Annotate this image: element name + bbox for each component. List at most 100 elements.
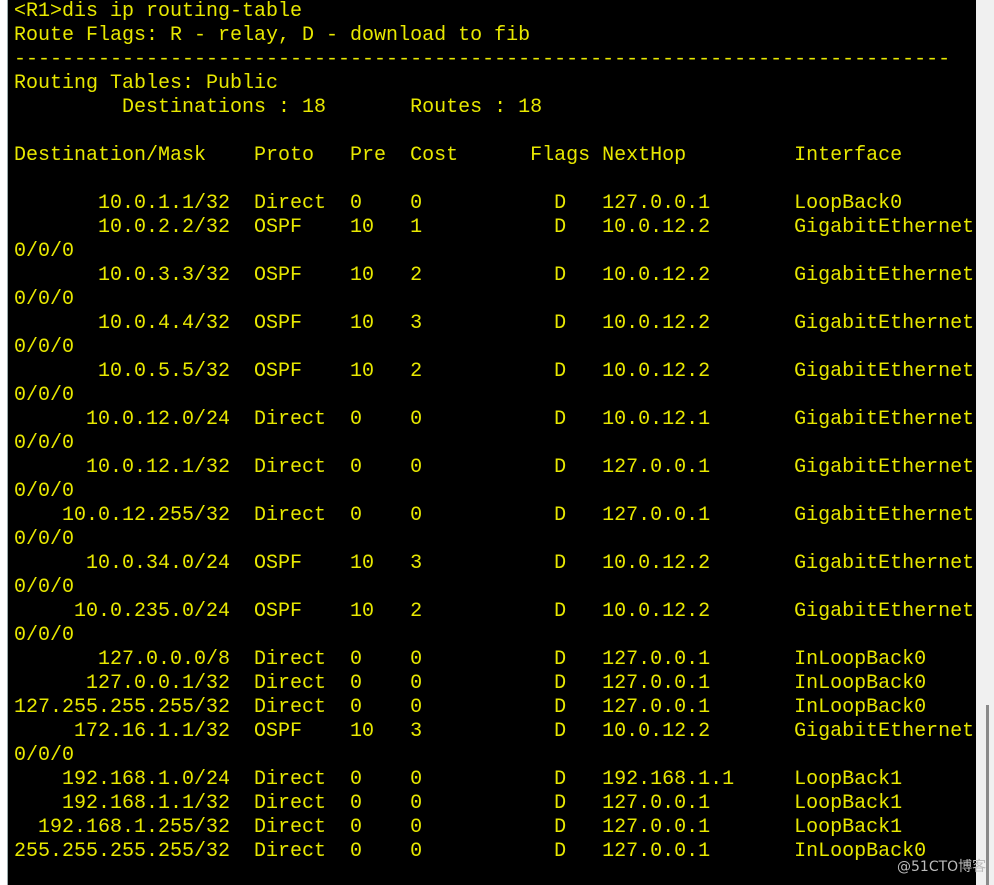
cell-dest: 10.0.4.4/32 xyxy=(98,312,231,335)
cell-nexthop: 127.0.0.1 xyxy=(602,672,711,695)
cell-proto: Direct xyxy=(254,816,327,839)
cell-flags: D xyxy=(554,552,567,575)
interface-wrap: 0/0/0 xyxy=(14,576,75,599)
cell-dest: 10.0.12.1/32 xyxy=(86,456,231,479)
cell-pre: 0 xyxy=(350,840,363,863)
cell-proto: OSPF xyxy=(254,552,303,575)
cell-proto: OSPF xyxy=(254,264,303,287)
cell-proto: Direct xyxy=(254,192,327,215)
header-nexthop: NextHop xyxy=(602,144,687,167)
cell-nexthop: 127.0.0.1 xyxy=(602,456,711,479)
cell-nexthop: 127.0.0.1 xyxy=(602,696,711,719)
cell-nexthop: 127.0.0.1 xyxy=(602,816,711,839)
cell-dest: 255.255.255.255/32 xyxy=(14,840,231,863)
cell-flags: D xyxy=(554,792,567,815)
cell-cost: 2 xyxy=(410,264,423,287)
table-row: 10.0.34.0/24 OSPF 10 3 D 10.0.12.2 GigabitEthe… xyxy=(14,552,974,576)
summary-line: Destinations : 18 Routes : 18 xyxy=(14,96,543,119)
table-row: 255.255.255.255/32 Direct 0 0 D 127.0.0.1 InLo… xyxy=(14,840,974,864)
table-row: 192.168.1.1/32 Direct 0 0 D 127.0.0.1 LoopBack… xyxy=(14,792,974,816)
cell-dest: 10.0.2.2/32 xyxy=(98,216,231,239)
cell-proto: OSPF xyxy=(254,360,303,383)
cell-flags: D xyxy=(554,816,567,839)
cell-flags: D xyxy=(554,312,567,335)
cell-iface: LoopBack0 xyxy=(794,192,903,215)
interface-wrap: 0/0/0 xyxy=(14,240,75,263)
cell-flags: D xyxy=(554,672,567,695)
cell-dest: 192.168.1.1/32 xyxy=(62,792,231,815)
cell-cost: 2 xyxy=(410,360,423,383)
cell-dest: 192.168.1.0/24 xyxy=(62,768,231,791)
table-row: 10.0.12.0/24 Direct 0 0 D 10.0.12.1 GigabitEth… xyxy=(14,408,974,432)
cell-pre: 0 xyxy=(350,696,363,719)
terminal-output[interactable]: <R1>dis ip routing-table Route Flags: R … xyxy=(8,0,976,885)
cell-cost: 1 xyxy=(410,216,423,239)
table-row: 192.168.1.255/32 Direct 0 0 D 127.0.0.1 LoopBa… xyxy=(14,816,974,840)
interface-wrap: 0/0/0 xyxy=(14,432,75,455)
table-row: 10.0.12.1/32 Direct 0 0 D 127.0.0.1 GigabitEth… xyxy=(14,456,974,480)
cell-pre: 0 xyxy=(350,768,363,791)
table-row: 127.0.0.0/8 Direct 0 0 D 127.0.0.1 InLoopBack0 xyxy=(14,648,974,672)
scrollbar[interactable] xyxy=(986,705,989,885)
cell-iface: InLoopBack0 xyxy=(794,672,927,695)
cell-pre: 10 xyxy=(350,600,375,623)
separator: ----------------------------------------… xyxy=(14,48,951,71)
cell-cost: 0 xyxy=(410,768,423,791)
cell-iface: GigabitEthernet xyxy=(794,720,975,743)
cell-proto: OSPF xyxy=(254,216,303,239)
cell-proto: Direct xyxy=(254,696,327,719)
cell-iface: LoopBack1 xyxy=(794,816,903,839)
cell-dest: 10.0.12.0/24 xyxy=(86,408,231,431)
cell-iface: GigabitEthernet xyxy=(794,456,975,479)
command-line: <R1>dis ip routing-table xyxy=(14,0,303,23)
header-dest: Destination/Mask xyxy=(14,144,207,167)
cell-flags: D xyxy=(554,216,567,239)
cell-flags: D xyxy=(554,360,567,383)
table-row: 127.0.0.1/32 Direct 0 0 D 127.0.0.1 InLoopBack… xyxy=(14,672,974,696)
cell-iface: InLoopBack0 xyxy=(794,696,927,719)
cell-cost: 0 xyxy=(410,792,423,815)
cell-nexthop: 127.0.0.1 xyxy=(602,192,711,215)
cell-iface: LoopBack1 xyxy=(794,792,903,815)
cell-nexthop: 192.168.1.1 xyxy=(602,768,735,791)
cell-dest: 10.0.12.255/32 xyxy=(62,504,231,527)
route-flags-line: Route Flags: R - relay, D - download to … xyxy=(14,24,531,47)
cell-nexthop: 127.0.0.1 xyxy=(602,504,711,527)
table-row: 127.255.255.255/32 Direct 0 0 D 127.0.0.1 InLo… xyxy=(14,696,974,720)
cell-flags: D xyxy=(554,648,567,671)
table-row: 172.16.1.1/32 OSPF 10 3 D 10.0.12.2 GigabitEth… xyxy=(14,720,974,744)
cell-nexthop: 127.0.0.1 xyxy=(602,840,711,863)
interface-wrap: 0/0/0 xyxy=(14,384,75,407)
interface-wrap: 0/0/0 xyxy=(14,528,75,551)
cell-cost: 0 xyxy=(410,816,423,839)
cell-nexthop: 127.0.0.1 xyxy=(602,792,711,815)
interface-wrap: 0/0/0 xyxy=(14,744,75,767)
cell-pre: 0 xyxy=(350,792,363,815)
cell-pre: 10 xyxy=(350,312,375,335)
cell-dest: 127.255.255.255/32 xyxy=(14,696,231,719)
cell-cost: 3 xyxy=(410,720,423,743)
table-row: 10.0.5.5/32 OSPF 10 2 D 10.0.12.2 GigabitEther… xyxy=(14,360,974,384)
cell-nexthop: 10.0.12.2 xyxy=(602,552,711,575)
cell-cost: 0 xyxy=(410,648,423,671)
cell-proto: OSPF xyxy=(254,720,303,743)
cell-iface: GigabitEthernet xyxy=(794,408,975,431)
header-pre: Pre xyxy=(350,144,387,167)
interface-wrap: 0/0/0 xyxy=(14,480,75,503)
interface-wrap: 0/0/0 xyxy=(14,336,75,359)
cell-iface: GigabitEthernet xyxy=(794,312,975,335)
cell-dest: 10.0.34.0/24 xyxy=(86,552,231,575)
cell-dest: 127.0.0.0/8 xyxy=(98,648,231,671)
cell-proto: Direct xyxy=(254,840,327,863)
cell-cost: 0 xyxy=(410,840,423,863)
cell-cost: 2 xyxy=(410,600,423,623)
cell-cost: 0 xyxy=(410,192,423,215)
cell-dest: 10.0.5.5/32 xyxy=(98,360,231,383)
watermark: @51CTO博客 xyxy=(897,859,987,875)
cell-iface: LoopBack1 xyxy=(794,768,903,791)
cell-nexthop: 10.0.12.1 xyxy=(602,408,711,431)
header-cost: Cost xyxy=(410,144,459,167)
cell-proto: Direct xyxy=(254,768,327,791)
cell-iface: GigabitEthernet xyxy=(794,552,975,575)
table-row: 192.168.1.0/24 Direct 0 0 D 192.168.1.1 LoopBa… xyxy=(14,768,974,792)
